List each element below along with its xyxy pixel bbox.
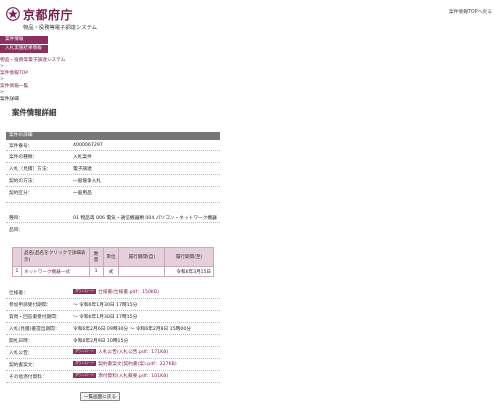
schedule-value: ～ 令和6年1月30日 17時15分 [73, 315, 138, 320]
schedule-value: 令和6年2月9日 10時15分 [73, 339, 129, 344]
site-logo[interactable]: 京都府庁 物品・役務等電子調達システム [6, 6, 116, 31]
attachment-download-link[interactable]: 添付資料(入札概要.pdf：101KB) [98, 374, 168, 379]
detail-label: 契約の方法： [9, 179, 38, 184]
schedule-row-opening: 開札日時： 令和6年2月9日 10時15分 [6, 335, 220, 347]
detail-row-type: 案件の種類： 入札案件 [6, 151, 220, 163]
detail-label: 契約区分： [9, 191, 33, 196]
col-header-unit: 単位 [102, 247, 120, 267]
detail-value: 4000067297 [73, 143, 103, 148]
schedule-label: 入札(見積)書提出期間： [9, 327, 60, 332]
back-to-list-button[interactable]: 一覧画面に戻る [80, 392, 120, 401]
logo-subtitle: 物品・役務等電子調達システム [23, 25, 97, 31]
contract-download-link[interactable]: 契約書案文(契約書(案).pdf：227KB) [98, 362, 177, 367]
detail-section: 案件の詳細 案件番号： 4000067297 案件の種類： 入札案件 入札（見積… [6, 132, 220, 241]
schedule-label: 参加申請受付期間： [9, 303, 52, 308]
col-header-index [12, 247, 22, 267]
detail-label: 案件の種類： [9, 155, 38, 160]
cell-end: 令和6年3月15日 [164, 266, 214, 277]
detail-label: 種目： [9, 216, 24, 221]
cell-start [118, 266, 166, 277]
col-header-quantity: 数量 [88, 247, 104, 267]
col-header-name: 品名(品名をクリックで詳細表示) [20, 247, 90, 267]
schedule-section: 仕様書： ダウンロード 仕様書(仕様書.pdf：150KB) 参加申請受付期間： … [6, 287, 220, 383]
schedule-label: 質問・回答書受付期間： [9, 315, 61, 320]
detail-row-number: 案件番号： 4000067297 [6, 140, 220, 151]
cell-quantity: 1 [88, 266, 104, 277]
page-title: 案件情報詳細 [12, 108, 57, 117]
schedule-value: ダウンロード 入札公告(入札公告.pdf：171KB) [73, 349, 168, 355]
spec-download-link[interactable]: 仕様書(仕様書.pdf：150KB) [98, 290, 159, 295]
notice-download-link[interactable]: 入札公告(入札公告.pdf：171KB) [98, 350, 168, 355]
detail-label: 入札（見積）方法： [9, 167, 52, 172]
top-page-link[interactable]: 案件情報TOPへ戻る [449, 8, 492, 15]
section-header: 案件の詳細 [6, 132, 220, 140]
schedule-row-contract: 契約書案文： ダウンロード 契約書案文(契約書(案).pdf：227KB) [6, 359, 220, 371]
detail-label: 案件番号： [9, 144, 33, 149]
cell-name: ネットワーク機器一式 [20, 266, 90, 277]
schedule-value: ダウンロード 契約書案文(契約書(案).pdf：227KB) [73, 361, 177, 367]
detail-row-item: 品目： [6, 223, 220, 241]
detail-row-contract-method: 契約の方法： 一般競争入札 [6, 175, 220, 187]
breadcrumb-system[interactable]: 物品・役務等電子調達システム [0, 57, 120, 64]
schedule-label: 開札日時： [9, 339, 33, 344]
breadcrumb: 物品・役務等電子調達システム > 案件情報TOP > 案件情報一覧 > 案件詳細 [0, 57, 120, 103]
schedule-row-application: 参加申請受付期間： ～ 令和6年1月30日 17時15分 [6, 299, 220, 311]
item-detail-link[interactable]: ネットワーク機器一式 [24, 270, 70, 275]
breadcrumb-current: 案件詳細 [0, 97, 19, 102]
detail-row-method: 入札（見積）方法： 電子調達 [6, 163, 220, 175]
detail-value: 一般用品 [73, 191, 92, 196]
items-table-header: 品名(品名をクリックで詳細表示) 数量 単位 履行期間(自) 履行期間(至) [12, 247, 214, 267]
breadcrumb-top[interactable]: 案件情報TOP [0, 70, 120, 77]
detail-row-kind: 種目： 01 物品等 006 電気・通信機器類 004 パソコン・ネットワーク機… [6, 203, 220, 223]
schedule-row-spec: 仕様書： ダウンロード 仕様書(仕様書.pdf：150KB) [6, 287, 220, 299]
download-badge: ダウンロード [73, 361, 97, 366]
schedule-value: ～ 令和6年1月30日 17時15分 [73, 303, 138, 308]
detail-value: 01 物品等 006 電気・通信機器類 004 パソコン・ネットワーク機器 [73, 216, 217, 221]
schedule-label: その他添付資料： [9, 375, 47, 380]
table-row: 1 ネットワーク機器一式 1 式 令和6年3月15日 [12, 266, 214, 277]
detail-value: 電子調達 [73, 167, 92, 172]
schedule-row-attachments: その他添付資料： ダウンロード 添付資料(入札概要.pdf：101KB) [6, 371, 220, 383]
schedule-row-question: 質問・回答書受付期間： ～ 令和6年1月30日 17時15分 [6, 311, 220, 323]
download-badge: ダウンロード [73, 373, 97, 378]
detail-value: 入札案件 [73, 155, 92, 160]
cell-unit: 式 [102, 266, 120, 277]
schedule-row-submission: 入札(見積)書提出期間： 令和6年2月6日 09時30分 ～ 令和6年2月8日 … [6, 323, 220, 335]
breadcrumb-list[interactable]: 案件情報一覧 [0, 83, 120, 90]
items-table: 品名(品名をクリックで詳細表示) 数量 単位 履行期間(自) 履行期間(至) 1… [12, 247, 214, 277]
detail-label: 品目： [9, 228, 24, 233]
schedule-value: 令和6年2月6日 09時30分 ～ 令和6年2月8日 15時00分 [73, 327, 192, 332]
schedule-label: 入札公告： [9, 351, 33, 356]
schedule-label: 仕様書： [9, 291, 28, 296]
side-menu: 案件情報 入札実施結果情報 [0, 36, 48, 54]
detail-row-category: 契約区分： 一般用品 [6, 187, 220, 203]
cell-index: 1 [12, 266, 22, 277]
logo-title: 京都府庁 [23, 8, 74, 22]
download-badge: ダウンロード [73, 349, 97, 354]
crest-icon [6, 7, 20, 21]
menu-item-anken[interactable]: 案件情報 [0, 36, 48, 44]
schedule-label: 契約書案文： [9, 363, 38, 368]
col-header-end: 履行期間(至) [164, 247, 214, 267]
detail-value: 一般競争入札 [73, 179, 102, 184]
download-badge: ダウンロード [73, 289, 97, 294]
schedule-row-notice: 入札公告： ダウンロード 入札公告(入札公告.pdf：171KB) [6, 347, 220, 359]
col-header-start: 履行期間(自) [118, 247, 166, 267]
schedule-value: ダウンロード 添付資料(入札概要.pdf：101KB) [73, 373, 168, 379]
schedule-value: ダウンロード 仕様書(仕様書.pdf：150KB) [73, 289, 159, 295]
menu-item-results[interactable]: 入札実施結果情報 [0, 45, 48, 53]
